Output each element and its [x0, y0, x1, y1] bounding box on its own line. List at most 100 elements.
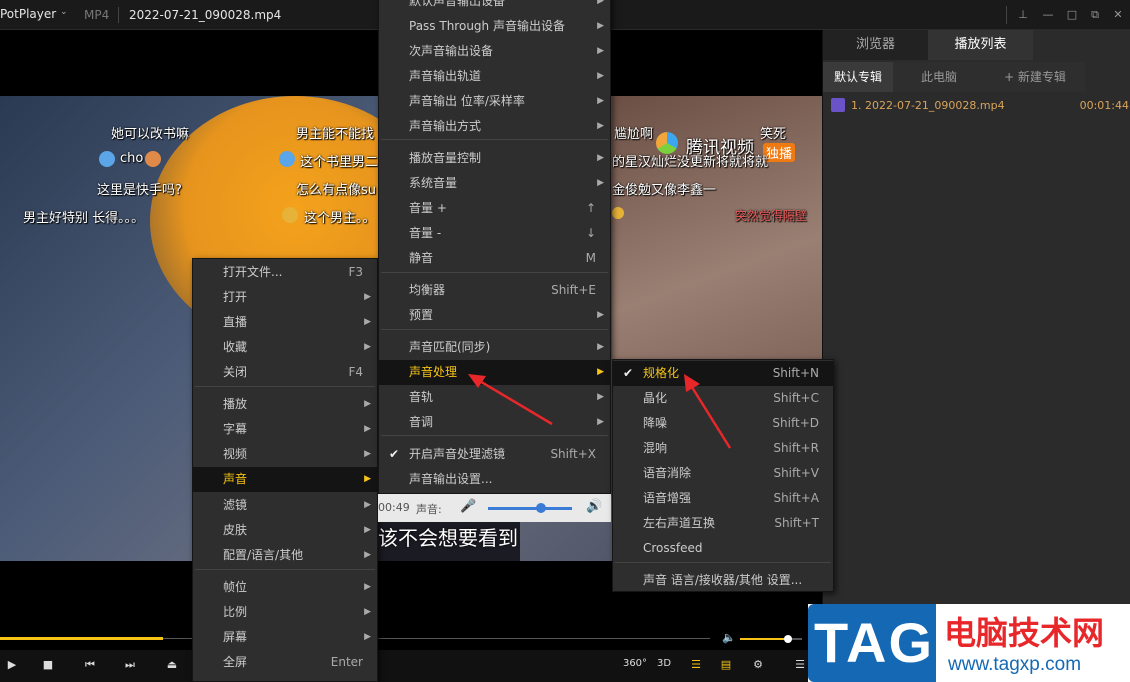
settings-gear-icon[interactable]: ⚙ [748, 658, 768, 674]
menu-item[interactable]: 比例 ▶ [193, 600, 377, 625]
menu-item[interactable]: 系统音量 ▶ [379, 171, 610, 196]
previous-icon[interactable]: ⏮ [80, 658, 100, 674]
playlist-item-name: 1. 2022-07-21_090028.mp4 [851, 99, 1005, 112]
menu-item[interactable]: 次声音输出设备 ▶ [379, 39, 610, 64]
menu-item[interactable]: 声音输出 位率/采样率 ▶ [379, 89, 610, 114]
restore-icon[interactable]: ⧉ [1087, 7, 1103, 23]
menu-item-label: 帧位 [223, 580, 248, 594]
menu-item-label: 开启声音处理滤镜 [409, 447, 506, 461]
tab-browser[interactable]: 浏览器 [823, 30, 928, 60]
minimize-icon[interactable]: — [1040, 7, 1056, 23]
menu-item[interactable]: 关闭 F4 [193, 360, 377, 385]
menu-item-label: 声音处理 [409, 365, 458, 379]
seek-progress[interactable] [0, 637, 164, 640]
chevron-down-icon[interactable]: ⌄ [60, 7, 68, 17]
pin-icon[interactable]: ⊥ [1015, 7, 1031, 23]
submenu-arrow-icon: ▶ [597, 71, 604, 81]
menu-item-label: 直播 [223, 315, 248, 329]
subtitle-icon[interactable]: ▤ [716, 658, 736, 674]
menu-item[interactable]: 语音消除 Shift+V [613, 461, 833, 486]
menu-item-label: 声音输出 位率/采样率 [409, 94, 525, 108]
menu-item[interactable]: 声音 语言/接收器/其他 设置... [613, 568, 833, 593]
speaker-icon[interactable]: 🔊 [586, 499, 602, 514]
new-album-button[interactable]: + 新建专辑 [985, 62, 1085, 92]
app-menu-button[interactable]: PotPlayer [0, 7, 56, 21]
menu-item[interactable]: 直播 ▶ [193, 310, 377, 335]
menu-icon[interactable]: ☰ [790, 658, 810, 674]
menu-item[interactable]: 全屏 Enter [193, 650, 377, 675]
menu-item[interactable]: 声音输出方式 ▶ [379, 114, 610, 139]
menu-item[interactable]: 声音 ▶ [193, 467, 377, 492]
microphone-icon[interactable]: 🎤 [460, 499, 476, 514]
menu-item-label: 收藏 [223, 340, 248, 354]
play-icon[interactable]: ▶ [2, 658, 22, 674]
3d-button[interactable]: 3D [654, 658, 674, 674]
menu-item-label: 音调 [409, 415, 434, 429]
submenu-arrow-icon: ▶ [597, 121, 604, 131]
playlist-search-icon[interactable]: ☰ [686, 658, 706, 674]
menu-item[interactable]: 视频 ▶ [193, 442, 377, 467]
menu-item[interactable]: 播放 ▶ [193, 392, 377, 417]
menu-item-shortcut: Shift+A [773, 491, 819, 505]
tab-this-pc[interactable]: 此电脑 [893, 62, 985, 92]
speaker-icon[interactable]: 🔈 [722, 631, 736, 644]
volume-knob[interactable] [784, 635, 793, 643]
menu-item[interactable]: 静音 M [379, 246, 610, 271]
submenu-arrow-icon: ▶ [364, 449, 371, 459]
menu-item[interactable]: 语音增强 Shift+A [613, 486, 833, 511]
playlist-item[interactable]: 1. 2022-07-21_090028.mp4 00:01:44 [829, 98, 1129, 114]
menu-item[interactable]: 播放音量控制 ▶ [379, 146, 610, 171]
tab-default-album[interactable]: 默认专辑 [823, 62, 893, 92]
menu-item[interactable]: 左右声道互换 Shift+T [613, 511, 833, 536]
submenu-arrow-icon: ▶ [597, 178, 604, 188]
eject-icon[interactable]: ⏏ [162, 658, 182, 674]
badge-icon [282, 207, 298, 223]
menu-item-label: 全屏 [223, 655, 248, 669]
menu-item[interactable]: 音量 + ↑ [379, 196, 610, 221]
menu-item[interactable]: 收藏 ▶ [193, 335, 377, 360]
menu-item[interactable]: 滤镜 ▶ [193, 493, 377, 518]
danmaku-text: 尴尬啊 [614, 127, 654, 142]
menu-item-shortcut: Shift+V [773, 466, 819, 480]
maximize-icon[interactable]: □ [1064, 7, 1080, 23]
menu-item[interactable]: 音量 - ↓ [379, 221, 610, 246]
submenu-arrow-icon: ▶ [364, 399, 371, 409]
menu-item[interactable]: 帧位 ▶ [193, 575, 377, 600]
menu-item[interactable]: 打开 ▶ [193, 285, 377, 310]
close-icon[interactable]: ✕ [1110, 7, 1126, 23]
submenu-arrow-icon: ▶ [597, 310, 604, 320]
menu-item[interactable]: 打开文件... F3 [193, 260, 377, 285]
submenu-arrow-icon: ▶ [597, 46, 604, 56]
menu-item[interactable]: Pass Through 声音输出设备 ▶ [379, 14, 610, 39]
menu-item[interactable]: Crossfeed [613, 536, 833, 561]
menu-item[interactable]: 默认声音输出设备 ▶ [379, 0, 610, 14]
menu-item[interactable]: 屏幕 ▶ [193, 625, 377, 650]
menu-item-shortcut: Shift+T [774, 516, 819, 530]
menu-item[interactable]: 声音输出轨道 ▶ [379, 64, 610, 89]
menu-item[interactable]: 声音输出设置... [379, 467, 610, 492]
menu-item[interactable]: 配置/语言/其他 ▶ [193, 543, 377, 568]
emoji-icon [145, 151, 161, 167]
danmaku-text: 男主好特别 长得。。。 [23, 211, 145, 226]
tab-playlist[interactable]: 播放列表 [928, 30, 1033, 60]
menu-item[interactable]: 预置 ▶ [379, 303, 610, 328]
menu-item[interactable]: 字幕 ▶ [193, 417, 377, 442]
sound-slider-knob[interactable] [536, 503, 546, 513]
submenu-arrow-icon: ▶ [364, 474, 371, 484]
menu-item-label: 音量 - [409, 226, 442, 240]
menu-item-label: 屏幕 [223, 630, 248, 644]
next-icon[interactable]: ⏭ [120, 658, 140, 674]
sound-slider[interactable] [488, 507, 572, 510]
menu-item[interactable]: 均衡器 Shift+E [379, 278, 610, 303]
badge-icon [279, 151, 295, 167]
submenu-arrow-icon: ▶ [597, 21, 604, 31]
submenu-arrow-icon: ▶ [597, 367, 604, 377]
danmaku-text: 怎么有点像su [296, 183, 377, 198]
stop-icon[interactable]: ■ [38, 658, 58, 674]
menu-item[interactable]: ✔ 开启声音处理滤镜 Shift+X [379, 442, 610, 467]
vr-360-button[interactable]: 360° [622, 658, 648, 674]
menu-item[interactable]: 皮肤 ▶ [193, 518, 377, 543]
volume-level[interactable] [740, 638, 789, 640]
menu-item[interactable]: 声音匹配(同步) ▶ [379, 335, 610, 360]
volume-label: 声音: [416, 503, 442, 516]
